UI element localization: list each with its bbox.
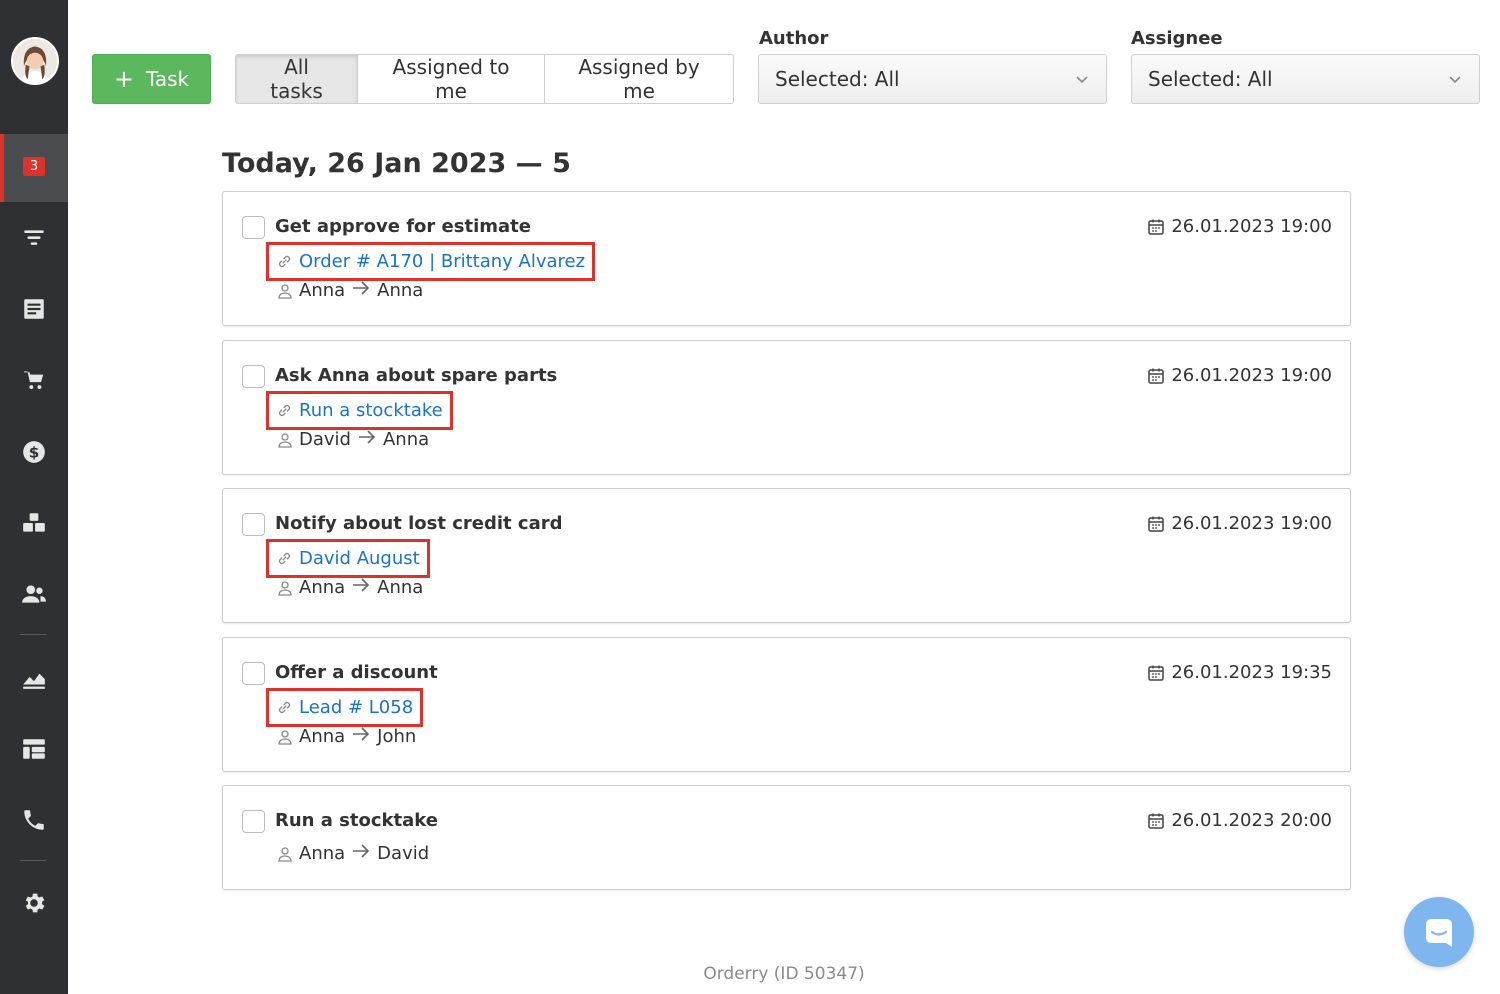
tab-assigned-by-me[interactable]: Assigned by me (545, 55, 733, 103)
calendar-icon (1148, 516, 1165, 532)
task-title[interactable]: Get approve for estimate (275, 216, 531, 237)
user-icon (278, 432, 292, 448)
user-icon (278, 846, 292, 862)
sidebar: 3 $ (0, 0, 68, 994)
assignee-select[interactable]: Selected: All (1131, 54, 1480, 104)
cart-icon[interactable] (20, 366, 48, 394)
link-icon (278, 552, 291, 565)
task-people: David Anna (277, 429, 429, 450)
task-due-date: 26.01.2023 19:35 (1147, 662, 1332, 683)
orders-icon[interactable] (20, 295, 48, 323)
warehouse-icon[interactable] (20, 509, 48, 537)
chat-icon (1426, 919, 1452, 947)
task-title[interactable]: Ask Anna about spare parts (275, 365, 557, 386)
task-filter-tabs: All tasks Assigned to me Assigned by me (235, 54, 734, 104)
task-people: Anna Anna (277, 280, 423, 301)
arrow-right-icon (351, 843, 371, 864)
chat-launcher-button[interactable] (1404, 897, 1474, 967)
task-title[interactable]: Run a stocktake (275, 810, 438, 831)
task-card[interactable]: Notify about lost credit card 26.01.2023… (222, 488, 1351, 623)
tab-all-tasks[interactable]: All tasks (236, 55, 358, 103)
task-title[interactable]: Offer a discount (275, 662, 438, 683)
arrow-right-icon (351, 577, 371, 598)
task-due-date: 26.01.2023 19:00 (1147, 513, 1332, 534)
tasks-count-badge: 3 (23, 157, 45, 176)
author-select-value: Selected: All (775, 67, 900, 91)
chevron-down-icon (1076, 76, 1088, 84)
task-link-text[interactable]: Order # A170 | Brittany Alvarez (299, 251, 585, 272)
task-link-text[interactable]: David August (299, 548, 420, 569)
arrow-right-icon (357, 429, 377, 450)
task-assignee: Anna (382, 429, 430, 450)
assignee-select-value: Selected: All (1148, 67, 1273, 91)
analytics-icon[interactable] (20, 664, 48, 692)
chevron-down-icon (1449, 76, 1461, 84)
task-author: Anna (299, 843, 346, 864)
task-due-date: 26.01.2023 19:00 (1147, 365, 1332, 386)
app-root: 3 $ + Task All tasks Assigned to me Assi… (0, 0, 1500, 994)
link-icon (278, 255, 291, 268)
footer-account-id: Orderry (ID 50347) (703, 964, 865, 984)
calendar-icon (1148, 219, 1165, 235)
task-assignee: Anna (377, 280, 424, 301)
task-assignee: David (377, 843, 430, 864)
task-assignee: John (377, 726, 417, 747)
finance-icon[interactable]: $ (20, 438, 48, 466)
task-related-link[interactable]: David August (266, 539, 430, 578)
dashboard-icon[interactable] (20, 735, 48, 763)
assignee-label: Assignee (1131, 28, 1223, 49)
task-assignee: Anna (377, 577, 424, 598)
task-author: Anna (299, 280, 346, 301)
task-due-date: 26.01.2023 20:00 (1147, 810, 1332, 831)
day-heading: Today, 26 Jan 2023 — 5 (222, 148, 571, 179)
add-task-button[interactable]: + Task (92, 54, 211, 104)
link-icon (278, 404, 291, 417)
sidebar-item-tasks[interactable]: 3 (0, 134, 68, 202)
settings-icon[interactable] (20, 889, 48, 917)
arrow-right-icon (351, 726, 371, 747)
task-card[interactable]: Run a stocktake 26.01.2023 20:00 Anna Da… (222, 785, 1351, 890)
task-checkbox[interactable] (242, 216, 265, 239)
plus-icon: + (113, 65, 134, 93)
task-checkbox[interactable] (242, 365, 265, 388)
filter-icon[interactable] (20, 224, 48, 252)
task-related-link[interactable]: Run a stocktake (266, 391, 453, 430)
task-card[interactable]: Ask Anna about spare parts 26.01.2023 19… (222, 340, 1351, 475)
task-checkbox[interactable] (242, 513, 265, 536)
task-related-link[interactable]: Lead # L058 (266, 688, 424, 727)
user-icon (278, 580, 292, 596)
task-due-date: 26.01.2023 19:00 (1147, 216, 1332, 237)
user-icon (278, 729, 292, 745)
calendar-icon (1148, 665, 1165, 681)
author-select[interactable]: Selected: All (758, 54, 1107, 104)
calendar-icon (1148, 813, 1165, 829)
task-people: Anna David (277, 843, 429, 864)
task-author: Anna (299, 577, 346, 598)
task-people: Anna Anna (277, 577, 423, 598)
link-icon (278, 701, 291, 714)
task-title[interactable]: Notify about lost credit card (275, 513, 563, 534)
task-checkbox[interactable] (242, 662, 265, 685)
calendar-icon (1148, 368, 1165, 384)
avatar[interactable] (11, 37, 59, 85)
user-icon (278, 283, 292, 299)
add-task-label: Task (145, 67, 190, 91)
task-link-text[interactable]: Run a stocktake (299, 400, 443, 421)
task-card[interactable]: Offer a discount 26.01.2023 19:35 Lead #… (222, 637, 1351, 772)
tab-assigned-to-me[interactable]: Assigned to me (358, 55, 545, 103)
task-people: Anna John (277, 726, 416, 747)
task-card[interactable]: Get approve for estimate 26.01.2023 19:0… (222, 191, 1351, 326)
sidebar-divider (20, 860, 46, 861)
arrow-right-icon (351, 280, 371, 301)
svg-text:$: $ (29, 443, 40, 461)
author-label: Author (759, 28, 829, 49)
task-related-link[interactable]: Order # A170 | Brittany Alvarez (266, 242, 596, 281)
task-author: David (299, 429, 351, 450)
customers-icon[interactable] (20, 580, 48, 608)
task-checkbox[interactable] (242, 810, 265, 833)
sidebar-divider (20, 634, 46, 635)
phone-icon[interactable] (20, 806, 48, 834)
task-author: Anna (299, 726, 346, 747)
task-link-text[interactable]: Lead # L058 (299, 697, 413, 718)
